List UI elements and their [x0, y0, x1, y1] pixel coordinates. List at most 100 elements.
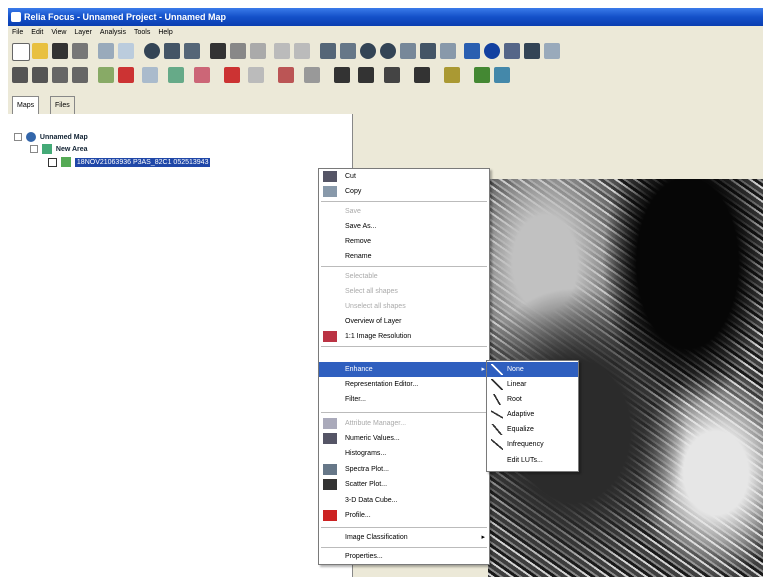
- tree-area[interactable]: New Area: [30, 144, 88, 154]
- menu-item-scatter-plot[interactable]: Scatter Plot...: [319, 477, 489, 492]
- font-style-icon[interactable]: [384, 67, 400, 83]
- menu-help[interactable]: Help: [154, 26, 176, 39]
- menu-item-image-classification[interactable]: Image Classification ▸: [319, 530, 489, 545]
- menu-analysis[interactable]: Analysis: [96, 26, 130, 39]
- redo-icon[interactable]: [294, 43, 310, 59]
- menu-tools[interactable]: Tools: [130, 26, 154, 39]
- root-curve-icon: [491, 394, 503, 405]
- tree-layer-label: 18NOV21063936 P3AS_82C1 052513943: [74, 157, 211, 167]
- font-icon[interactable]: [334, 67, 350, 83]
- menu-view[interactable]: View: [47, 26, 70, 39]
- zoom-out-icon[interactable]: [380, 43, 396, 59]
- line-style-icon[interactable]: [168, 67, 184, 83]
- tab-maps[interactable]: Maps: [12, 96, 40, 114]
- zoom-previous-icon[interactable]: [400, 43, 416, 59]
- line-color-icon[interactable]: [194, 67, 210, 83]
- pan-icon[interactable]: [440, 43, 456, 59]
- cut-toolbar-icon[interactable]: [210, 43, 226, 59]
- menu-item-rename[interactable]: Rename: [319, 249, 489, 264]
- menu-item-spectra-plot[interactable]: Spectra Plot...: [319, 462, 489, 477]
- zoom-in-icon[interactable]: [360, 43, 376, 59]
- menu-item-properties[interactable]: Properties...: [319, 549, 489, 564]
- map-icon: [25, 132, 36, 142]
- fill-color-icon[interactable]: [224, 67, 240, 83]
- resolution-icon: [323, 331, 337, 342]
- tree-layer[interactable]: 18NOV21063936 P3AS_82C1 052513943: [48, 157, 211, 167]
- enhance-submenu: None Linear Root Adaptive Equalize Infre…: [486, 360, 579, 472]
- menu-item-save[interactable]: Save: [319, 204, 489, 219]
- menu-item-remove[interactable]: Remove: [319, 234, 489, 249]
- copy-toolbar-icon[interactable]: [230, 43, 246, 59]
- submenu-item-root[interactable]: Root: [487, 392, 578, 407]
- print-icon[interactable]: [72, 43, 88, 59]
- map-tree-pane: Unnamed Map New Area 18NOV21063936 P3AS_…: [8, 114, 353, 577]
- submenu-item-linear[interactable]: Linear: [487, 377, 578, 392]
- zoom-extent-icon[interactable]: [320, 43, 336, 59]
- menu-item-overview-of-layer[interactable]: Overview of Layer: [319, 314, 489, 329]
- measure-icon[interactable]: [464, 43, 480, 59]
- menu-item-profile[interactable]: Profile...: [319, 508, 489, 523]
- info-icon[interactable]: [484, 43, 500, 59]
- view-icon[interactable]: [118, 43, 134, 59]
- undo-icon[interactable]: [274, 43, 290, 59]
- refresh-icon[interactable]: [420, 43, 436, 59]
- menu-item-representation-editor[interactable]: Representation Editor...: [319, 377, 489, 392]
- submenu-item-edit-luts[interactable]: Edit LUTs...: [487, 453, 578, 468]
- collapse-icon[interactable]: [30, 145, 38, 153]
- pointer-icon[interactable]: [32, 67, 48, 83]
- menu-item-selectable[interactable]: Selectable: [319, 269, 489, 284]
- border-icon[interactable]: [248, 67, 264, 83]
- symbol-icon[interactable]: [118, 67, 134, 83]
- marker-icon[interactable]: [278, 67, 294, 83]
- submenu-item-infrequency[interactable]: Infrequency: [487, 437, 578, 452]
- pause-icon[interactable]: [524, 43, 540, 59]
- palette-icon[interactable]: [494, 67, 510, 83]
- polyline-icon[interactable]: [52, 67, 68, 83]
- layer-checkbox[interactable]: [48, 157, 57, 167]
- submenu-item-equalize[interactable]: Equalize: [487, 422, 578, 437]
- menu-item-histograms[interactable]: Histograms...: [319, 446, 489, 461]
- zoom-window-icon[interactable]: [340, 43, 356, 59]
- grid-icon[interactable]: [504, 43, 520, 59]
- menu-file[interactable]: File: [8, 26, 27, 39]
- submenu-item-none[interactable]: None: [487, 362, 578, 377]
- table-icon[interactable]: [98, 43, 114, 59]
- image-icon[interactable]: [184, 43, 200, 59]
- text-tool-icon[interactable]: [72, 67, 88, 83]
- tab-files[interactable]: Files: [50, 96, 75, 114]
- menu-item-cut[interactable]: Cut: [319, 169, 489, 184]
- linear-curve-icon: [491, 379, 503, 390]
- marker-size-icon[interactable]: [304, 67, 320, 83]
- menu-layer[interactable]: Layer: [70, 26, 96, 39]
- fill-icon[interactable]: [98, 67, 114, 83]
- globe-icon[interactable]: [144, 43, 160, 59]
- submenu-item-adaptive[interactable]: Adaptive: [487, 407, 578, 422]
- comment-icon[interactable]: [544, 43, 560, 59]
- sun-icon[interactable]: [444, 67, 460, 83]
- layout-icon[interactable]: [164, 43, 180, 59]
- menu-item-attribute-manager[interactable]: Attribute Manager...: [319, 416, 489, 431]
- menu-item-image-resolution[interactable]: 1:1 Image Resolution: [319, 329, 489, 344]
- select-arrow-icon[interactable]: [12, 67, 28, 83]
- collapse-icon[interactable]: [14, 133, 22, 141]
- alignment-icon[interactable]: [414, 67, 430, 83]
- open-icon[interactable]: [32, 43, 48, 59]
- font-size-icon[interactable]: [358, 67, 374, 83]
- menu-item-select-all-shapes[interactable]: Select all shapes: [319, 284, 489, 299]
- menu-item-save-as[interactable]: Save As...: [319, 219, 489, 234]
- menu-item-data-cube[interactable]: 3-D Data Cube...: [319, 493, 489, 508]
- menu-item-unselect-all-shapes[interactable]: Unselect all shapes: [319, 299, 489, 314]
- menu-item-filter[interactable]: Filter...: [319, 392, 489, 407]
- tree-root[interactable]: Unnamed Map: [14, 132, 88, 142]
- save-icon[interactable]: [52, 43, 68, 59]
- menu-edit[interactable]: Edit: [27, 26, 47, 39]
- menu-item-copy[interactable]: Copy: [319, 184, 489, 199]
- attribute-icon: [323, 418, 337, 429]
- layer-context-menu: Cut Copy Save Save As... Remove Rename S…: [318, 168, 490, 565]
- menu-item-enhance[interactable]: Enhance ▸: [319, 362, 489, 377]
- shape-icon[interactable]: [142, 67, 158, 83]
- menu-item-numeric-values[interactable]: Numeric Values...: [319, 431, 489, 446]
- layer-style-icon[interactable]: [474, 67, 490, 83]
- new-icon[interactable]: [12, 43, 30, 61]
- paste-icon[interactable]: [250, 43, 266, 59]
